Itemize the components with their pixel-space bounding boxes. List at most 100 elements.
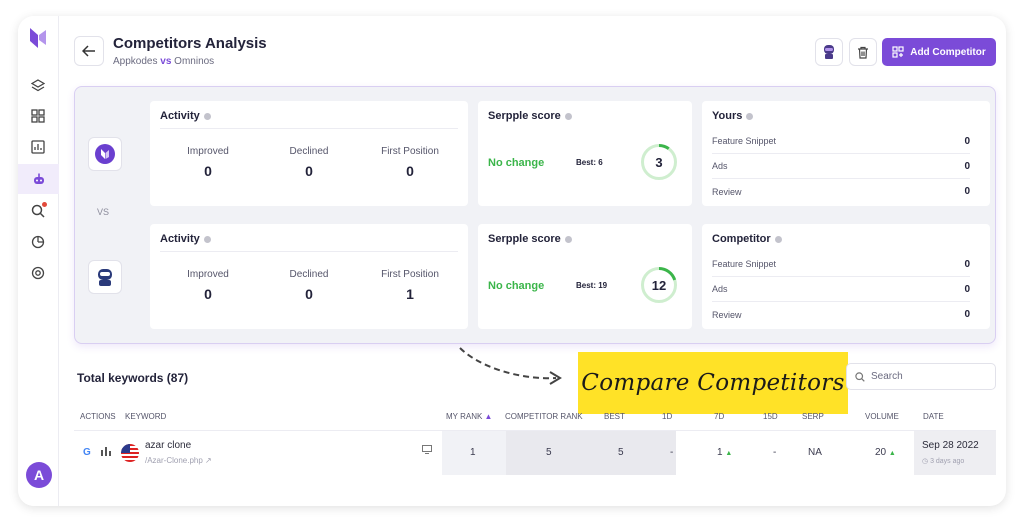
- serpple-progress-arc: [641, 144, 677, 180]
- stat-declined: Declined 0: [289, 269, 329, 302]
- search-icon: [855, 371, 865, 382]
- competitor-rank-value: 5: [546, 447, 552, 458]
- desktop-icon: [422, 445, 432, 457]
- info-icon[interactable]: [564, 235, 572, 243]
- info-icon[interactable]: [774, 235, 782, 243]
- arrow-left-icon: [82, 45, 95, 57]
- col-date[interactable]: DATE: [923, 412, 944, 421]
- keyword-url[interactable]: /Azar-Clone.php ↗: [145, 456, 212, 465]
- search-placeholder: Search: [871, 371, 903, 382]
- report-icon[interactable]: [28, 137, 48, 157]
- activity-card-competitor: Activity Improved 0 Declined 0 First Posit…: [150, 224, 468, 329]
- serpple-status: No change: [488, 280, 545, 292]
- volume-value: 20 ▲: [875, 447, 896, 458]
- stat-first-position: First Position 0: [381, 146, 439, 179]
- col-volume[interactable]: VOLUME: [865, 412, 899, 421]
- activity-title: Activity: [160, 110, 211, 122]
- delete-button[interactable]: [849, 38, 877, 66]
- notification-dot: [42, 202, 47, 207]
- sidebar: A: [18, 16, 59, 506]
- google-icon[interactable]: G: [83, 447, 91, 458]
- 1d-value: -: [670, 447, 674, 458]
- search-box[interactable]: Search: [846, 363, 996, 390]
- up-arrow-icon: ▲: [888, 450, 896, 457]
- keyword-text[interactable]: azar clone: [145, 440, 191, 451]
- activity-card-mine: Activity Improved 0 Declined 0 First Posit…: [150, 101, 468, 206]
- best-value: 5: [618, 447, 624, 458]
- serpple-card-mine: Serpple score No change Best: 6 3: [478, 101, 692, 206]
- date-value: Sep 28 2022: [922, 440, 979, 451]
- table-header: ACTIONS KEYWORD MY RANK ▲ COMPETITOR RAN…: [74, 408, 996, 428]
- competitor-title: Competitor: [712, 233, 782, 245]
- date-ago: ◷ 3 days ago: [922, 458, 965, 465]
- competitor-logo: [88, 260, 122, 294]
- divider: [160, 128, 458, 129]
- serpple-title: Serpple score: [488, 110, 572, 122]
- serpple-status: No change: [488, 157, 545, 169]
- back-button[interactable]: [74, 36, 104, 66]
- stat-improved: Improved 0: [187, 269, 229, 302]
- stat-improved: Improved 0: [187, 146, 229, 179]
- subtitle-site: Appkodes: [113, 56, 158, 67]
- us-flag-icon: [121, 444, 139, 465]
- total-keywords: Total keywords (87): [77, 371, 189, 385]
- col-my-rank[interactable]: MY RANK ▲: [446, 412, 492, 421]
- yours-card: Yours Feature Snippet 0 Ads 0 Review 0: [702, 101, 990, 206]
- up-arrow-icon: ▲: [725, 450, 733, 457]
- activity-title: Activity: [160, 233, 211, 245]
- row-feature-snippet: Feature Snippet 0: [712, 252, 970, 277]
- col-serp[interactable]: SERP: [802, 412, 824, 421]
- stat-declined: Declined 0: [289, 146, 329, 179]
- layers-icon[interactable]: [28, 76, 48, 96]
- robot-logo-icon: [98, 269, 112, 286]
- divider: [160, 251, 458, 252]
- serpple-progress-arc: [641, 267, 677, 303]
- trash-icon: [858, 46, 868, 59]
- app-logo[interactable]: [29, 27, 47, 49]
- my-site-logo: [88, 137, 122, 171]
- 15d-value: -: [773, 447, 777, 458]
- add-competitor-button[interactable]: Add Competitor: [882, 38, 996, 66]
- competitor-avatar-button[interactable]: [815, 38, 843, 66]
- row-review: Review 0: [712, 309, 970, 320]
- row-ads: Ads 0: [712, 154, 970, 179]
- grid-icon[interactable]: [28, 106, 48, 126]
- chart-icon[interactable]: [28, 232, 48, 252]
- subtitle-competitor: Omninos: [174, 56, 215, 67]
- bar-chart-icon[interactable]: [101, 447, 111, 459]
- settings-icon[interactable]: [28, 263, 48, 283]
- compare-competitors-banner: Compare Competitors: [578, 352, 848, 414]
- info-icon[interactable]: [203, 112, 211, 120]
- col-1d[interactable]: 1D: [662, 412, 672, 421]
- serp-value: NA: [808, 447, 822, 458]
- serpple-title: Serpple score: [488, 233, 572, 245]
- stat-first-position: First Position 1: [381, 269, 439, 302]
- serpple-card-competitor: Serpple score No change Best: 19 12: [478, 224, 692, 329]
- page-subtitle: Appkodes vs Omninos: [113, 56, 214, 67]
- search-icon[interactable]: [28, 201, 48, 221]
- row-feature-snippet: Feature Snippet 0: [712, 129, 970, 154]
- dashed-arrow-icon: [459, 347, 562, 385]
- page-title: Competitors Analysis: [113, 35, 267, 52]
- user-avatar[interactable]: A: [26, 462, 52, 488]
- row-ads: Ads 0: [712, 277, 970, 302]
- robot-icon[interactable]: [18, 164, 59, 194]
- vs-label: VS: [97, 207, 110, 217]
- info-icon[interactable]: [564, 112, 572, 120]
- sort-icon: ▲: [484, 412, 493, 421]
- yours-title: Yours: [712, 110, 754, 122]
- col-keyword[interactable]: KEYWORD: [125, 412, 166, 421]
- serpple-best: Best: 19: [576, 281, 608, 290]
- app-window: A Competitors Analysis Appkodes vs Omnin…: [18, 16, 1006, 506]
- subtitle-vs: vs: [160, 56, 172, 67]
- add-competitor-label: Add Competitor: [910, 46, 986, 58]
- table-row[interactable]: G azar clone /Azar-Clone.php ↗ 1 5 5 - 1…: [74, 430, 996, 475]
- col-15d[interactable]: 15D: [763, 412, 778, 421]
- col-7d[interactable]: 7D: [714, 412, 724, 421]
- serpple-score-ring: 3: [641, 144, 677, 180]
- col-best[interactable]: BEST: [604, 412, 625, 421]
- info-icon[interactable]: [746, 112, 754, 120]
- col-competitor-rank[interactable]: COMPETITOR RANK: [505, 412, 583, 421]
- my-rank-value: 1: [470, 447, 476, 458]
- info-icon[interactable]: [203, 235, 211, 243]
